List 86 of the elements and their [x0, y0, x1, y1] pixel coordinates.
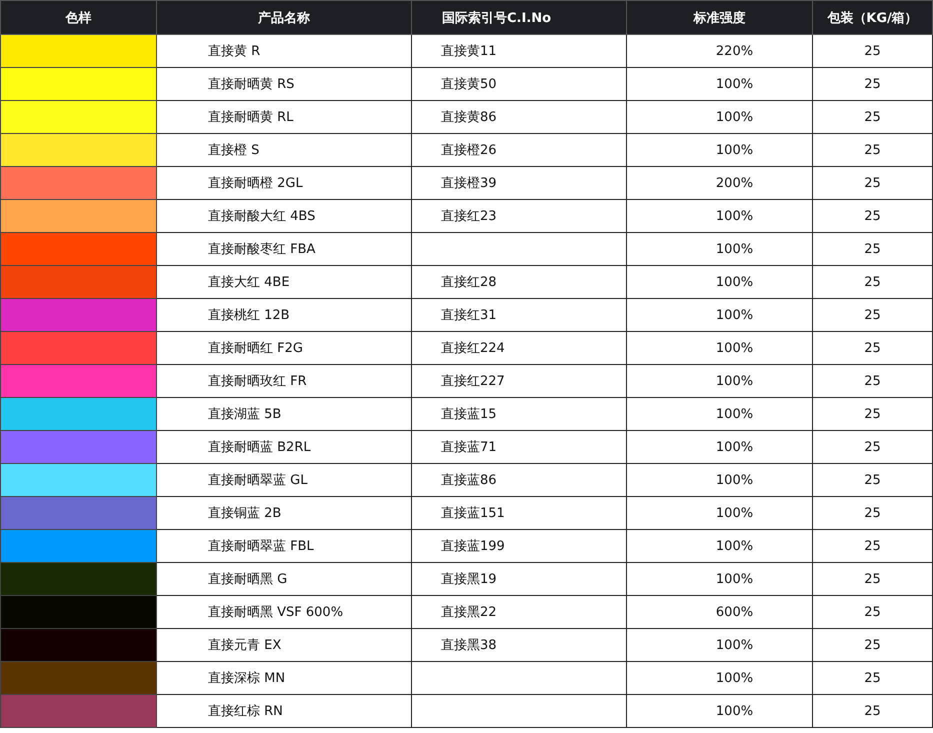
column-header: 包装（KG/箱） — [812, 0, 932, 34]
column-header: 国际索引号C.I.No — [412, 0, 626, 34]
table-cell: 直接黄50 — [412, 68, 626, 100]
table-cell: 25 — [812, 662, 932, 694]
table-cell: 直接红棕 RN — [156, 694, 412, 728]
table-cell: 直接铜蓝 2B — [156, 496, 412, 530]
table-cell: 600% — [626, 596, 812, 628]
table-cell: 直接橙 S — [156, 134, 412, 166]
table-cell: 直接耐晒黄 RS — [156, 68, 412, 100]
table-cell: 直接蓝199 — [412, 530, 626, 562]
table-cell: 25 — [812, 232, 932, 266]
table-cell: 直接蓝15 — [412, 398, 626, 430]
column-header: 标准强度 — [626, 0, 812, 34]
table-cell: 25 — [812, 200, 932, 232]
table-cell: 100% — [626, 694, 812, 728]
table-cell: 直接黄11 — [412, 34, 626, 68]
table-cell: 直接红227 — [412, 364, 626, 398]
table-cell: 25 — [812, 596, 932, 628]
table-cell: 直接耐晒黑 G — [156, 562, 412, 596]
column-header: 产品名称 — [156, 0, 412, 34]
table-cell: 100% — [626, 134, 812, 166]
table-cell: 直接耐晒翠蓝 GL — [156, 464, 412, 496]
table-cell: 100% — [626, 530, 812, 562]
table-cell: 25 — [812, 34, 932, 68]
table-cell: 100% — [626, 232, 812, 266]
table-cell: 25 — [812, 464, 932, 496]
table-cell: 直接黄 R — [156, 34, 412, 68]
table-cell: 直接湖蓝 5B — [156, 398, 412, 430]
table-cell: 直接黄86 — [412, 100, 626, 134]
table-cell: 200% — [626, 166, 812, 200]
table-cell: 直接耐酸大红 4BS — [156, 200, 412, 232]
table-cell: 100% — [626, 100, 812, 134]
table-cell: 25 — [812, 530, 932, 562]
table-cell: 25 — [812, 496, 932, 530]
table-cell: 100% — [626, 562, 812, 596]
table-cell: 100% — [626, 364, 812, 398]
table-cell: 25 — [812, 68, 932, 100]
table-cell: 25 — [812, 100, 932, 134]
table-cell: 直接黑19 — [412, 562, 626, 596]
table-cell: 25 — [812, 332, 932, 364]
table-cell: 直接耐晒红 F2G — [156, 332, 412, 364]
table-cell: 直接橙26 — [412, 134, 626, 166]
table-cell: 直接蓝151 — [412, 496, 626, 530]
table-cell: 直接红28 — [412, 266, 626, 298]
table-cell: 100% — [626, 298, 812, 332]
table-cell: 直接耐晒翠蓝 FBL — [156, 530, 412, 562]
table-cell: 直接大红 4BE — [156, 266, 412, 298]
table-cell: 直接元青 EX — [156, 628, 412, 662]
table-cell: 100% — [626, 266, 812, 298]
table-cell: 25 — [812, 694, 932, 728]
table-cell: 100% — [626, 496, 812, 530]
table-cell: 100% — [626, 662, 812, 694]
table-cell: 25 — [812, 298, 932, 332]
table-cell: 直接黑38 — [412, 628, 626, 662]
table-cell: 直接耐酸枣红 FBA — [156, 232, 412, 266]
table-cell: 直接红31 — [412, 298, 626, 332]
table-cell: 直接深棕 MN — [156, 662, 412, 694]
table-cell: 直接耐晒橙 2GL — [156, 166, 412, 200]
table-cell: 220% — [626, 34, 812, 68]
table-cell: 100% — [626, 200, 812, 232]
table-cell: 25 — [812, 364, 932, 398]
table-cell: 直接桃红 12B — [156, 298, 412, 332]
table-cell: 直接耐晒黑 VSF 600% — [156, 596, 412, 628]
table-cell: 100% — [626, 464, 812, 496]
table-cell: 100% — [626, 332, 812, 364]
table-cell: 100% — [626, 68, 812, 100]
table-cell: 直接红224 — [412, 332, 626, 364]
table-cell: 直接耐晒玫红 FR — [156, 364, 412, 398]
column-header: 色样 — [0, 0, 156, 34]
table-cell: 直接黑22 — [412, 596, 626, 628]
table-cell: 100% — [626, 430, 812, 464]
table-cell: 直接耐晒蓝 B2RL — [156, 430, 412, 464]
table-cell: 直接蓝71 — [412, 430, 626, 464]
table-cell: 25 — [812, 266, 932, 298]
table-cell: 直接蓝86 — [412, 464, 626, 496]
table-cell: 100% — [626, 398, 812, 430]
table-cell: 直接橙39 — [412, 166, 626, 200]
table-cell: 25 — [812, 562, 932, 596]
table-cell: 25 — [812, 430, 932, 464]
table-cell: 直接红23 — [412, 200, 626, 232]
table-cell: 25 — [812, 166, 932, 200]
table-cell: 100% — [626, 628, 812, 662]
table-cell: 25 — [812, 398, 932, 430]
table-cell: 25 — [812, 134, 932, 166]
table-cell: 直接耐晒黄 RL — [156, 100, 412, 134]
table-cell: 25 — [812, 628, 932, 662]
